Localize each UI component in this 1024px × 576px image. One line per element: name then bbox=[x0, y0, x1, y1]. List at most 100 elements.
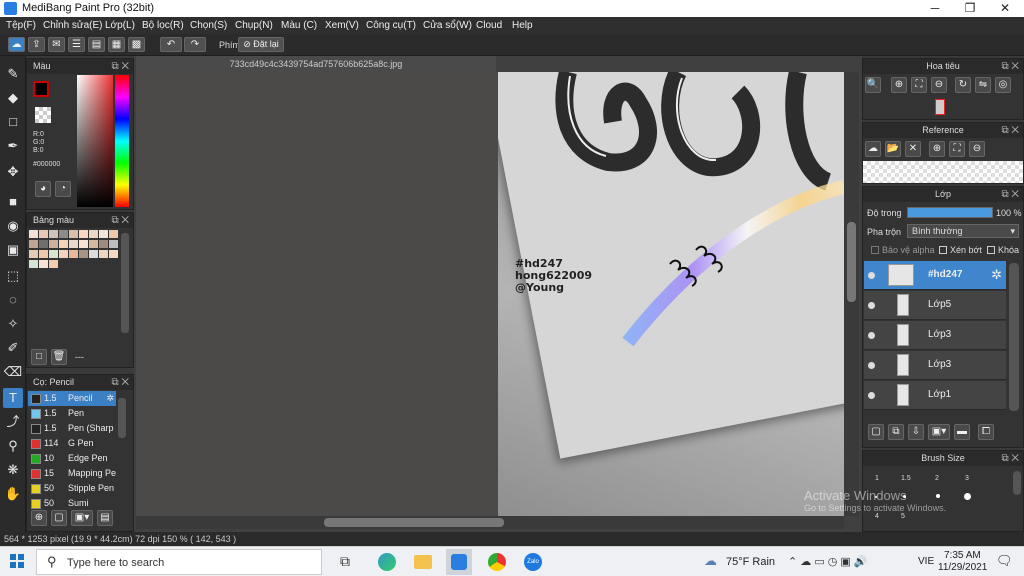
brush-size-option[interactable]: 2 bbox=[935, 475, 939, 482]
zoom-in-icon[interactable]: 🔍 bbox=[865, 77, 881, 93]
panel-close-icon[interactable]: ⧉ ✕ bbox=[111, 59, 129, 74]
language-indicator[interactable]: VIE bbox=[918, 556, 934, 567]
saturation-value-picker[interactable] bbox=[77, 75, 113, 207]
layer-scrollbar[interactable] bbox=[1009, 263, 1019, 411]
menu-file[interactable]: Tệp(F) bbox=[6, 20, 36, 31]
palette-swatch[interactable] bbox=[99, 240, 108, 248]
menu-filter[interactable]: Bộ lọc(R) bbox=[142, 20, 184, 31]
palette-swatch[interactable] bbox=[69, 250, 78, 258]
brush-page-icon[interactable]: ▢ bbox=[51, 510, 67, 526]
brush-item[interactable]: 1.5 Pencil ✲ bbox=[28, 391, 116, 406]
palette-swatch[interactable] bbox=[79, 250, 88, 258]
color-set-icon[interactable]: ◔ bbox=[55, 181, 71, 197]
layer-visibility-icon[interactable] bbox=[868, 392, 875, 399]
palette-swatch[interactable] bbox=[89, 240, 98, 248]
palette-swatch[interactable] bbox=[69, 230, 78, 238]
menu-capture[interactable]: Chụp(N) bbox=[235, 20, 273, 31]
palette-swatch[interactable] bbox=[109, 230, 118, 238]
cloud-icon[interactable]: ☁ bbox=[8, 37, 25, 52]
palette-swatch[interactable] bbox=[49, 230, 58, 238]
edge-icon[interactable] bbox=[378, 553, 396, 571]
clipping-checkbox[interactable] bbox=[939, 246, 947, 254]
panel-icon[interactable]: ▦ bbox=[108, 37, 125, 52]
palette-swatch[interactable] bbox=[109, 240, 118, 248]
navigator-thumbnail[interactable] bbox=[935, 99, 945, 115]
palette-swatch[interactable] bbox=[39, 230, 48, 238]
brush-scrollbar[interactable] bbox=[118, 398, 126, 438]
brush-size-scrollbar[interactable] bbox=[1013, 471, 1021, 495]
panel-close-icon[interactable]: ⧉ ✕ bbox=[111, 375, 129, 390]
clock-date[interactable]: 11/29/2021 bbox=[938, 562, 987, 573]
panel-close-icon[interactable]: ⧉ ✕ bbox=[1001, 59, 1019, 74]
lasso-tool-icon[interactable]: ◌ bbox=[3, 290, 23, 310]
layer-visibility-icon[interactable] bbox=[868, 302, 875, 309]
menu-cloud[interactable]: Cloud bbox=[476, 20, 502, 31]
brush-item[interactable]: 1.5 Pen (Sharp bbox=[28, 421, 116, 436]
protect-alpha-checkbox[interactable] bbox=[871, 246, 879, 254]
menu-color[interactable]: Màu (C) bbox=[281, 20, 317, 31]
brush-item[interactable]: 10 Edge Pen bbox=[28, 451, 116, 466]
reference-zoom-out-icon[interactable]: ⊖ bbox=[969, 141, 985, 157]
palette-swatch[interactable] bbox=[29, 230, 38, 238]
palette-swatch[interactable] bbox=[29, 260, 38, 268]
merge-layer-icon[interactable]: ⇩ bbox=[908, 424, 924, 440]
fill-rect-tool-icon[interactable]: ■ bbox=[3, 192, 23, 212]
layer-row[interactable]: Lớp5 bbox=[864, 291, 1006, 320]
reset-button[interactable]: ⊘ Đặt lại bbox=[238, 37, 284, 52]
layer-row[interactable]: Lớp3 bbox=[864, 351, 1006, 380]
color-wheel-icon[interactable]: ◕ bbox=[35, 181, 51, 197]
brush-size-option[interactable]: 1 bbox=[875, 475, 879, 482]
palette-swatch[interactable] bbox=[109, 250, 118, 258]
palette-swatch[interactable] bbox=[69, 240, 78, 248]
menu-layer[interactable]: Lớp(L) bbox=[105, 20, 135, 31]
windows-start-icon[interactable] bbox=[10, 554, 24, 568]
palette-swatch[interactable] bbox=[59, 230, 68, 238]
bubble-icon[interactable]: ☰ bbox=[68, 37, 85, 52]
palette-swatch[interactable] bbox=[79, 240, 88, 248]
hand-tool-icon[interactable]: ✋ bbox=[3, 484, 23, 504]
maximize-button[interactable]: ❐ bbox=[953, 0, 987, 17]
zalo-icon[interactable]: Zalo bbox=[524, 553, 542, 571]
layer-visibility-icon[interactable] bbox=[868, 272, 875, 279]
panel-close-icon[interactable]: ⧉ ✕ bbox=[1001, 123, 1019, 138]
menu-select[interactable]: Chọn(S) bbox=[190, 20, 227, 31]
brush-item[interactable]: 50 Stipple Pen bbox=[28, 481, 116, 496]
brush-size-option[interactable]: 4 bbox=[875, 513, 879, 520]
zoom-plus-icon[interactable]: ⊕ bbox=[891, 77, 907, 93]
brush-tool-icon[interactable]: ✎ bbox=[3, 64, 23, 84]
zoom-out-icon[interactable]: ⊖ bbox=[931, 77, 947, 93]
clock-time[interactable]: 7:35 AM bbox=[944, 550, 981, 561]
notification-icon[interactable]: 🗨 bbox=[996, 553, 1013, 569]
reference-close-icon[interactable]: ✕ bbox=[905, 141, 921, 157]
brush-dot-3[interactable] bbox=[964, 493, 971, 500]
panel-close-icon[interactable]: ⧉ ✕ bbox=[111, 213, 129, 228]
palette-swatch[interactable] bbox=[49, 260, 58, 268]
hue-slider[interactable] bbox=[115, 75, 129, 207]
text-tool-icon[interactable]: T bbox=[3, 388, 23, 408]
layer-visibility-icon[interactable] bbox=[868, 362, 875, 369]
brush-settings-gear-icon[interactable]: ✲ bbox=[106, 391, 114, 406]
copy-layer-icon[interactable]: ⧉ bbox=[888, 424, 904, 440]
reference-zoom-in-icon[interactable]: ⊕ bbox=[929, 141, 945, 157]
menu-edit[interactable]: Chỉnh sửa(E) bbox=[43, 20, 103, 31]
brush-menu-icon[interactable]: ▣▾ bbox=[71, 510, 93, 526]
layer-row[interactable]: #hd247 ✲ bbox=[864, 261, 1006, 290]
eyedropper-tool-icon[interactable]: ⚲ bbox=[3, 436, 23, 456]
redo-icon[interactable]: ↷ bbox=[184, 37, 206, 52]
menu-tools[interactable]: Công cụ(T) bbox=[366, 20, 416, 31]
layer-row[interactable]: Lớp1 bbox=[864, 381, 1006, 410]
palette-swatch[interactable] bbox=[89, 230, 98, 238]
palette-swatch[interactable] bbox=[49, 250, 58, 258]
canvas-horizontal-scrollbar[interactable] bbox=[136, 516, 844, 529]
menu-view[interactable]: Xem(V) bbox=[325, 20, 359, 31]
brush-item[interactable]: 15 Mapping Pe bbox=[28, 466, 116, 481]
rotate-icon[interactable]: ↻ bbox=[955, 77, 971, 93]
operation-tool-icon[interactable]: ⤴ bbox=[3, 412, 23, 432]
new-layer-icon[interactable]: ▢ bbox=[868, 424, 884, 440]
minimize-button[interactable]: ─ bbox=[918, 0, 952, 17]
opacity-slider[interactable] bbox=[907, 207, 993, 218]
reference-open-icon[interactable]: 📂 bbox=[885, 141, 901, 157]
add-brush-icon[interactable]: ⊕ bbox=[31, 510, 47, 526]
reference-cloud-icon[interactable]: ☁ bbox=[865, 141, 881, 157]
menu-help[interactable]: Help bbox=[512, 20, 533, 31]
